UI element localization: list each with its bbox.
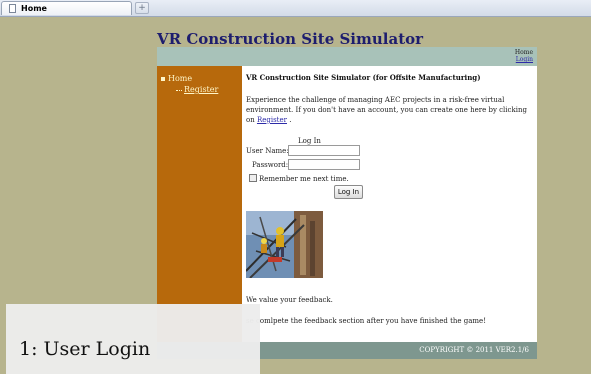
browser-tab-strip: Home + — [0, 0, 591, 17]
sidebar-item-register[interactable]: Register — [176, 85, 218, 94]
bullet-icon — [161, 77, 165, 81]
intro-end: . — [286, 116, 292, 124]
username-input[interactable] — [288, 145, 360, 156]
construction-photo — [246, 211, 323, 278]
browser-tab-home[interactable]: Home — [1, 1, 132, 15]
site-title: VR Construction Site Simulator — [157, 30, 424, 48]
tab-title: Home — [21, 4, 47, 13]
caption-overlay: 1: User Login — [6, 304, 260, 374]
page-icon — [9, 4, 16, 13]
top-nav-bar: Home Login — [157, 47, 537, 66]
password-input[interactable] — [288, 159, 360, 170]
main-content: VR Construction Site Simulator (for Offs… — [242, 66, 537, 342]
username-label: User Name: — [246, 147, 289, 155]
sidebar-item-home[interactable]: Home — [161, 74, 192, 83]
feedback-heading: We value your feedback. — [246, 296, 333, 304]
feedback-instructions: se comlpete the feedback section after y… — [246, 317, 487, 325]
copyright-text: COPYRIGHT © 2011 VER2.1/6 — [419, 346, 529, 354]
sidebar-item-home-label: Home — [168, 74, 193, 83]
top-nav-login-link[interactable]: Login — [515, 56, 533, 63]
remember-me-checkbox[interactable] — [249, 174, 257, 182]
top-nav-home: Home — [514, 49, 533, 56]
remember-me-label: Remember me next time. — [259, 175, 349, 183]
login-legend: Log In — [298, 137, 321, 145]
new-tab-button[interactable]: + — [135, 2, 149, 14]
caption-text: 1: User Login — [19, 338, 151, 360]
construction-photo-image — [246, 211, 323, 278]
register-link[interactable]: Register — [257, 116, 287, 124]
sidebar: Home Register — [157, 66, 242, 342]
tree-connector-icon — [176, 89, 182, 91]
login-button[interactable]: Log In — [334, 185, 363, 199]
password-label: Password: — [252, 161, 289, 169]
top-nav: Home Login — [515, 49, 533, 63]
sidebar-item-register-label: Register — [184, 85, 219, 94]
remember-me[interactable]: Remember me next time. — [249, 174, 349, 183]
intro-paragraph: Experience the challenge of managing AEC… — [246, 95, 536, 125]
content-heading: VR Construction Site Simulator (for Offs… — [246, 73, 481, 82]
